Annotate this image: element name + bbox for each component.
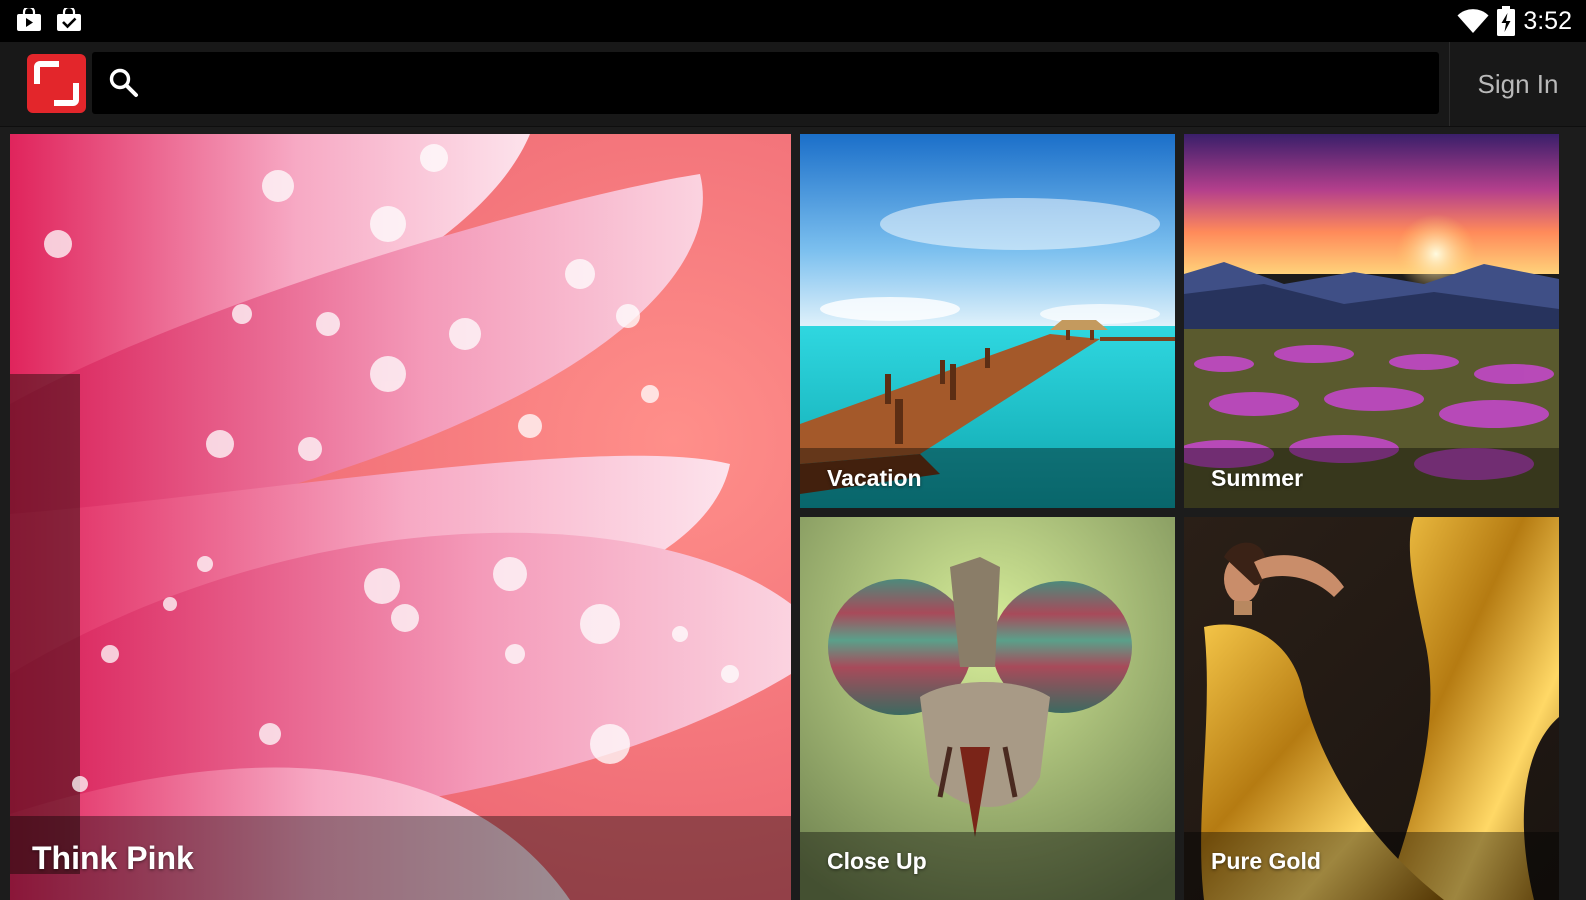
think-pink-image bbox=[10, 134, 791, 900]
battery-charging-icon bbox=[1497, 6, 1516, 36]
tile-close-up[interactable]: Close Up bbox=[800, 517, 1175, 900]
shopping-bag-icon bbox=[16, 8, 42, 32]
search-input[interactable] bbox=[156, 52, 1420, 116]
tile-caption: Vacation bbox=[800, 448, 1175, 508]
task-check-icon bbox=[56, 8, 82, 32]
tile-pure-gold[interactable]: Pure Gold bbox=[1184, 517, 1559, 900]
sign-in-button[interactable]: Sign In bbox=[1450, 42, 1586, 126]
tile-caption: Think Pink bbox=[10, 816, 791, 900]
tile-summer[interactable]: Summer bbox=[1184, 134, 1559, 508]
tile-vacation[interactable]: Vacation bbox=[800, 134, 1175, 508]
tile-think-pink[interactable]: Think Pink bbox=[10, 134, 791, 900]
search-bar[interactable] bbox=[92, 52, 1439, 116]
status-bar: 3:52 bbox=[0, 0, 1586, 42]
tile-caption: Close Up bbox=[800, 832, 1175, 900]
app-bar: Sign In bbox=[0, 42, 1586, 127]
tile-caption: Summer bbox=[1184, 448, 1559, 508]
tile-caption: Pure Gold bbox=[1184, 832, 1559, 900]
app-logo-icon[interactable] bbox=[27, 54, 86, 113]
clock: 3:52 bbox=[1523, 7, 1572, 35]
wifi-icon bbox=[1457, 8, 1489, 34]
search-icon[interactable] bbox=[108, 67, 140, 99]
